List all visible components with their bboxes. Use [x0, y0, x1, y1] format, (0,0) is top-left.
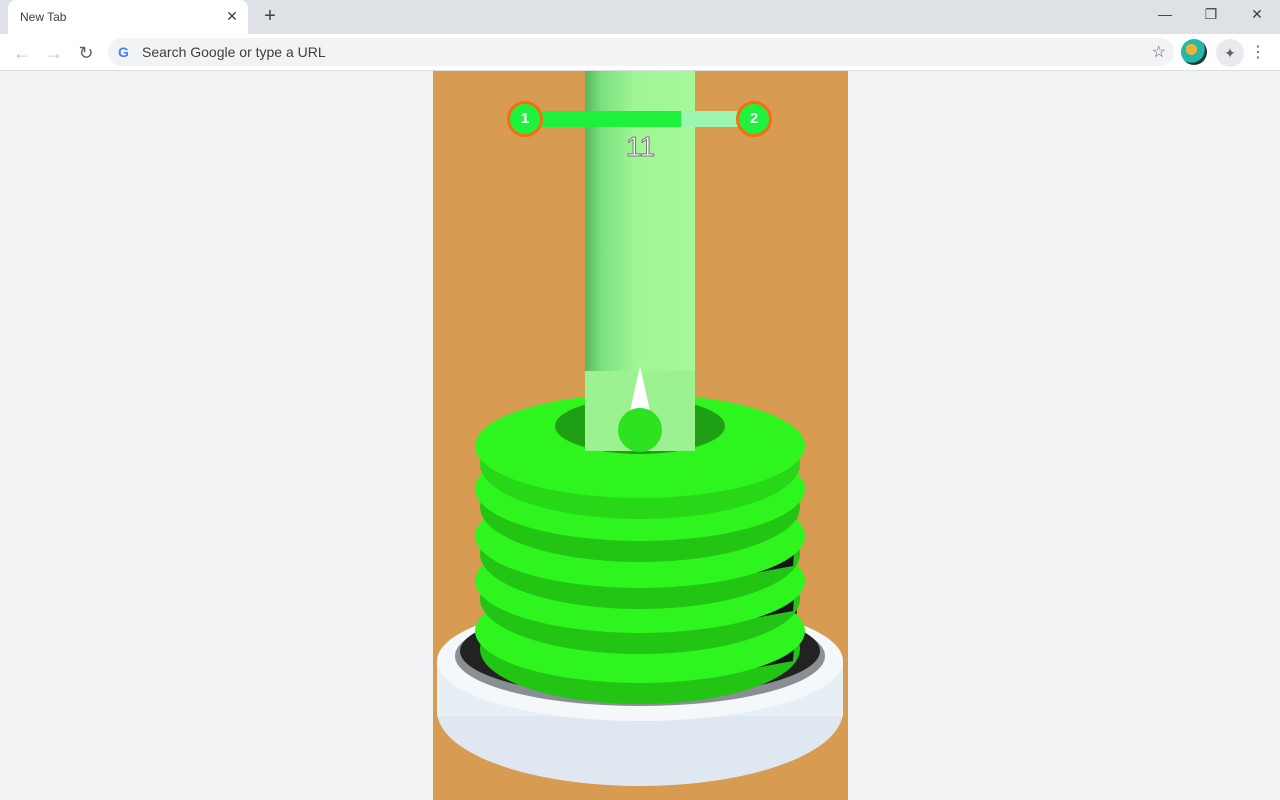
bookmark-star-icon[interactable]: ☆: [1152, 42, 1166, 62]
game-canvas[interactable]: 1 2 11: [433, 71, 848, 800]
tower-scene: [437, 366, 843, 786]
minimize-button[interactable]: —: [1142, 0, 1188, 30]
level-progress-fill: [541, 111, 681, 127]
player-ball: [618, 408, 662, 452]
omnibox-placeholder[interactable]: Search Google or type a URL: [142, 44, 326, 60]
new-tab-button[interactable]: +: [258, 5, 282, 29]
tab-strip: New Tab ✕ + — ❐ ✕: [0, 0, 1280, 34]
back-button[interactable]: ←: [8, 39, 36, 67]
menu-icon[interactable]: ⋮: [1250, 39, 1266, 67]
forward-button[interactable]: →: [40, 39, 68, 67]
score: 11: [625, 131, 656, 163]
restore-button[interactable]: ❐: [1188, 0, 1234, 30]
reload-button[interactable]: ↻: [72, 39, 100, 67]
google-icon: G: [118, 44, 129, 60]
level-progress-bar: [541, 111, 741, 127]
profile-avatar[interactable]: [1181, 39, 1207, 65]
tab-title: New Tab: [20, 10, 67, 24]
tab-close-icon[interactable]: ✕: [224, 8, 240, 24]
close-window-button[interactable]: ✕: [1234, 0, 1280, 30]
tab-new-tab[interactable]: New Tab ✕: [8, 0, 248, 34]
omnibox[interactable]: G Search Google or type a URL ☆: [108, 38, 1174, 66]
extensions-icon[interactable]: ✦: [1216, 39, 1244, 67]
toolbar: ← → ↻ G Search Google or type a URL ☆ ✦ …: [0, 34, 1280, 71]
